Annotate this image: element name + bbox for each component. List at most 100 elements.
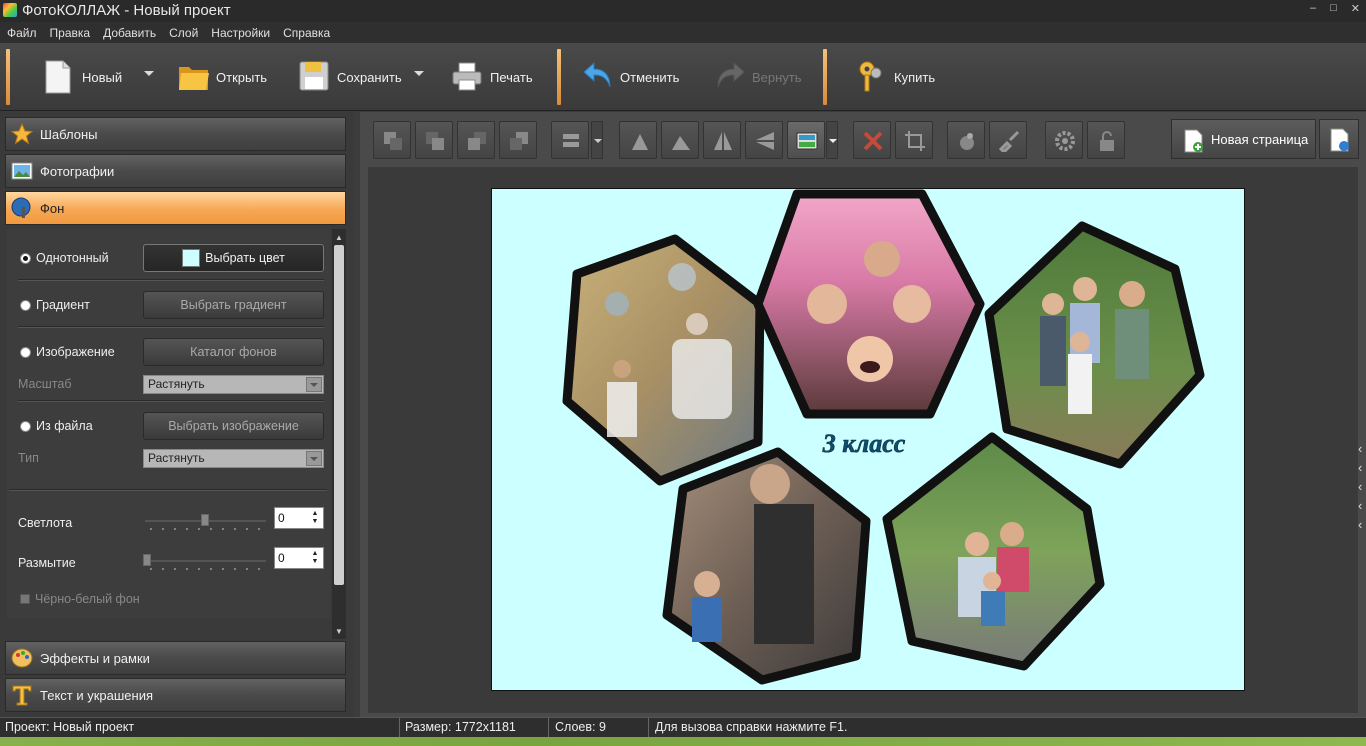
background-dropdown-arrow[interactable]	[826, 121, 838, 159]
radio-gradient[interactable]: Градиент	[20, 298, 90, 312]
new-page-button[interactable]: Новая страница	[1171, 119, 1316, 159]
flip-vertical-button[interactable]	[745, 121, 783, 159]
delete-button[interactable]	[853, 121, 891, 159]
bg-catalog-button[interactable]: Каталог фонов	[143, 338, 324, 366]
spinner-arrows-icon[interactable]: ▲ ▼	[309, 510, 321, 526]
effects-label: Эффекты и рамки	[40, 650, 150, 666]
radio-solid-circle[interactable]	[20, 252, 31, 264]
menu-edit[interactable]: Правка	[50, 26, 91, 40]
blur-label: Размытие	[18, 556, 76, 570]
collage-canvas[interactable]: 3 класс	[491, 188, 1245, 691]
chevron-left-icon[interactable]: ‹	[1358, 498, 1362, 513]
layer-backward-button[interactable]	[415, 121, 453, 159]
radio-gradient-circle[interactable]	[20, 299, 31, 311]
os-taskbar	[0, 737, 1366, 746]
blur-spinner[interactable]: 0 ▲ ▼	[274, 547, 324, 569]
accordion-photos[interactable]: Фотографии	[5, 154, 346, 188]
slider-thumb[interactable]	[201, 514, 209, 526]
lock-icon[interactable]	[1087, 121, 1125, 159]
flip-horizontal-button[interactable]	[703, 121, 741, 159]
menu-settings[interactable]: Настройки	[211, 26, 270, 40]
rotate-left-button[interactable]	[619, 121, 657, 159]
accordion-templates[interactable]: Шаблоны	[5, 117, 346, 151]
paint-brush-icon	[11, 197, 33, 219]
bw-checkbox[interactable]: Чёрно-белый фон	[20, 592, 140, 606]
type-select-value: Растянуть	[148, 451, 205, 465]
save-dropdown-arrow[interactable]	[414, 71, 424, 76]
printer-icon	[452, 59, 482, 95]
new-document-icon	[44, 59, 74, 95]
new-label: Новый	[82, 69, 123, 85]
accordion-text[interactable]: Текст и украшения	[5, 678, 346, 712]
new-button[interactable]: Новый	[44, 51, 122, 103]
main-toolbar: Новый Открыть Сохранить Печать Отменить …	[0, 43, 1366, 111]
pick-gradient-button[interactable]: Выбрать градиент	[143, 291, 324, 319]
align-dropdown-arrow[interactable]	[591, 121, 603, 159]
canvas-area[interactable]: 3 класс ‹ ‹ ‹ ‹ ‹	[368, 167, 1362, 713]
type-select[interactable]: Растянуть	[143, 449, 324, 468]
left-panel-scrollbar[interactable]: ▲ ▼	[332, 229, 346, 639]
print-button[interactable]: Печать	[452, 51, 533, 103]
save-button[interactable]: Сохранить	[299, 51, 402, 103]
scale-select-value: Растянуть	[148, 377, 205, 391]
photo-frame-5[interactable]	[882, 432, 1105, 671]
radio-from-file[interactable]: Из файла	[20, 419, 93, 433]
status-layers: Слоев: 9	[555, 720, 606, 734]
blur-slider[interactable]	[143, 551, 268, 571]
radio-image-circle[interactable]	[20, 346, 31, 358]
photo-frame-2[interactable]	[753, 189, 985, 419]
menu-layer[interactable]: Слой	[169, 26, 198, 40]
bw-label: Чёрно-белый фон	[35, 592, 140, 606]
chevron-left-icon[interactable]: ‹	[1358, 460, 1362, 475]
scroll-down-icon[interactable]: ▼	[335, 627, 343, 636]
align-button[interactable]	[551, 121, 589, 159]
redo-button[interactable]: Вернуть	[714, 51, 802, 103]
menu-add[interactable]: Добавить	[103, 26, 156, 40]
buy-button[interactable]: Купить	[856, 51, 935, 103]
layer-bring-to-front-button[interactable]	[499, 121, 537, 159]
layer-send-to-back-button[interactable]	[373, 121, 411, 159]
photo-frame-1[interactable]	[562, 234, 765, 486]
chevron-left-icon[interactable]: ‹	[1358, 441, 1362, 456]
close-button[interactable]: ✕	[1351, 2, 1360, 15]
photo-frame-4[interactable]	[662, 447, 871, 685]
pick-image-button[interactable]: Выбрать изображение	[143, 412, 324, 440]
crop-button[interactable]	[895, 121, 933, 159]
pick-color-button[interactable]: Выбрать цвет	[143, 244, 324, 272]
background-fill-button[interactable]	[787, 121, 825, 159]
maximize-button[interactable]: □	[1330, 2, 1337, 15]
radio-from-file-circle[interactable]	[20, 420, 31, 432]
scroll-up-icon[interactable]: ▲	[335, 233, 343, 242]
new-dropdown-arrow[interactable]	[144, 71, 154, 76]
brush-tool-button[interactable]	[989, 121, 1027, 159]
gear-icon[interactable]	[1045, 121, 1083, 159]
chevron-left-icon[interactable]: ‹	[1358, 517, 1362, 532]
effects-tool-button[interactable]	[947, 121, 985, 159]
spinner-arrows-icon[interactable]: ▲ ▼	[309, 550, 321, 566]
rotate-right-button[interactable]	[661, 121, 699, 159]
page-settings-button[interactable]	[1319, 119, 1359, 159]
accordion-effects[interactable]: Эффекты и рамки	[5, 641, 346, 675]
scale-select[interactable]: Растянуть	[143, 375, 324, 394]
new-page-icon	[1184, 129, 1203, 153]
layer-forward-button[interactable]	[457, 121, 495, 159]
caption-text[interactable]: 3 класс	[821, 429, 906, 459]
toolbar-separator	[823, 49, 827, 105]
minimize-button[interactable]: ‒	[1310, 2, 1316, 15]
accordion-background[interactable]: Фон	[5, 191, 346, 225]
checkbox-box[interactable]	[20, 594, 30, 604]
brightness-slider[interactable]	[143, 511, 268, 531]
slider-thumb[interactable]	[143, 554, 151, 566]
radio-solid[interactable]: Однотонный	[20, 251, 109, 265]
photo-frame-3[interactable]	[984, 221, 1205, 469]
chevron-left-icon[interactable]: ‹	[1358, 479, 1362, 494]
scrollbar-thumb[interactable]	[334, 245, 344, 585]
undo-button[interactable]: Отменить	[582, 51, 679, 103]
menu-bar: Файл Правка Добавить Слой Настройки Спра…	[0, 22, 1366, 43]
title-bar: ФотоКОЛЛАЖ - Новый проект ‒ □ ✕	[0, 0, 1366, 22]
menu-help[interactable]: Справка	[283, 26, 330, 40]
menu-file[interactable]: Файл	[7, 26, 37, 40]
brightness-spinner[interactable]: 0 ▲ ▼	[274, 507, 324, 529]
radio-image[interactable]: Изображение	[20, 345, 115, 359]
open-button[interactable]: Открыть	[178, 51, 267, 103]
